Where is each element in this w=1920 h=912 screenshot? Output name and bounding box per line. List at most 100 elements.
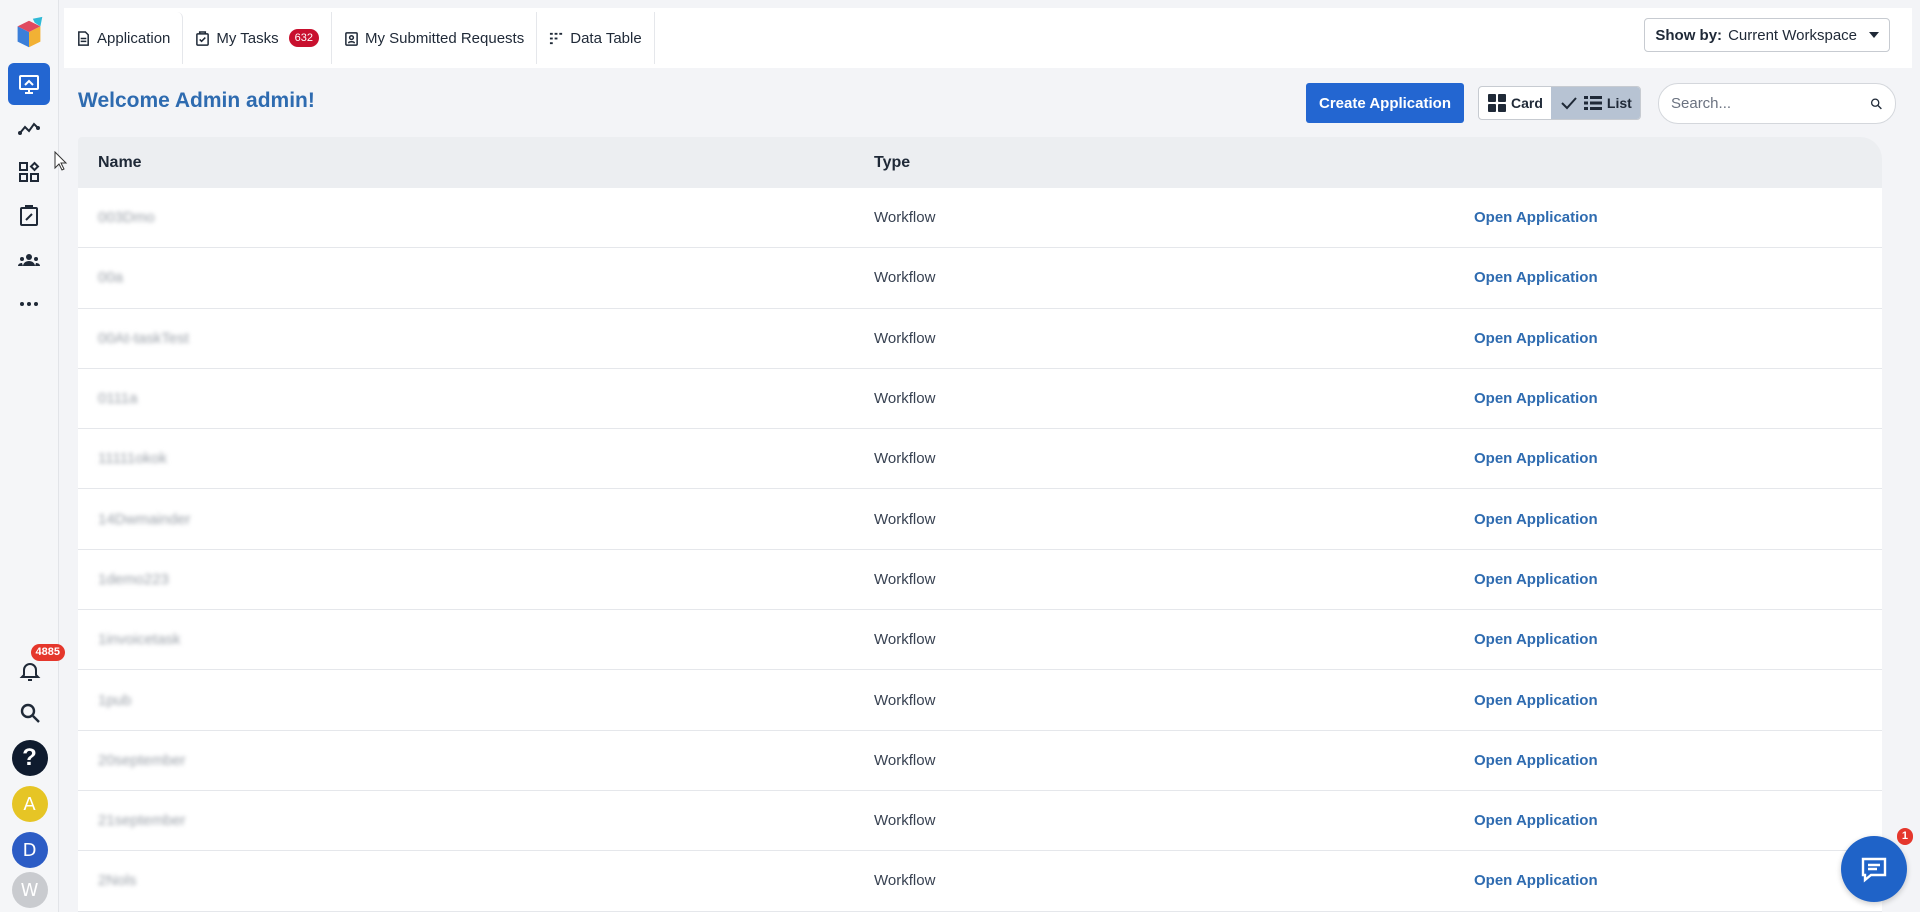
row-name: 1invoicetask — [98, 631, 181, 649]
table-row[interactable]: 00a Workflow Open Application — [78, 248, 1882, 309]
table-row[interactable]: 14Dwmainder Workflow Open Application — [78, 489, 1882, 550]
row-type: Workflow — [874, 631, 936, 649]
row-type: Workflow — [874, 269, 936, 287]
row-name: 21september — [98, 812, 186, 830]
sidebar-item-users[interactable] — [8, 239, 50, 281]
search-icon — [20, 703, 40, 723]
row-name: 00a — [98, 269, 124, 287]
trend-icon — [18, 122, 40, 135]
row-type: Workflow — [874, 329, 936, 347]
row-type: Workflow — [874, 209, 936, 227]
avatar-d[interactable]: D — [11, 832, 48, 868]
row-type: Workflow — [874, 751, 936, 769]
tab-label: Application — [97, 29, 171, 47]
table-row[interactable]: 00At-taskTest Workflow Open Application — [78, 308, 1882, 369]
row-type: Workflow — [874, 510, 936, 528]
open-application-link[interactable]: Open Application — [1474, 752, 1598, 769]
table-icon — [550, 32, 563, 44]
table-row[interactable]: 2Nols Workflow Open Application — [78, 851, 1882, 912]
help-button[interactable]: ? — [11, 740, 48, 776]
tab-my-submitted-requests[interactable]: My Submitted Requests — [332, 12, 538, 64]
notifications-button[interactable]: 4885 — [9, 644, 65, 692]
view-toggle: Card List — [1478, 86, 1641, 120]
open-application-link[interactable]: Open Application — [1474, 631, 1598, 648]
show-by-dropdown[interactable]: Show by: Current Workspace — [1644, 18, 1890, 52]
mouse-cursor-icon — [54, 151, 68, 171]
list-view-label: List — [1606, 95, 1632, 111]
sidebar-item-applications[interactable] — [8, 63, 50, 105]
column-header-name[interactable]: Name — [78, 154, 874, 172]
table-row[interactable]: 0111a Workflow Open Application — [78, 368, 1882, 430]
applications-table: Name Type 003Dmo Workflow Open Application… — [78, 137, 1882, 912]
open-application-link[interactable]: Open Application — [1474, 330, 1598, 347]
request-icon — [345, 31, 358, 46]
table-row[interactable]: 003Dmo Workflow Open Application — [78, 188, 1882, 249]
show-by-value: Current Workspace — [1728, 26, 1857, 44]
notification-count-badge: 4885 — [30, 644, 65, 661]
sidebar-item-analytics[interactable] — [8, 107, 50, 149]
row-name: 003Dmo — [98, 209, 155, 227]
open-application-link[interactable]: Open Application — [1474, 511, 1598, 528]
open-application-link[interactable]: Open Application — [1474, 390, 1598, 407]
search-input[interactable] — [1671, 95, 1870, 112]
avatar-w[interactable]: W — [11, 872, 48, 908]
row-name: 20september — [98, 751, 186, 769]
row-type: Workflow — [874, 570, 936, 588]
create-application-button[interactable]: Create Application — [1306, 83, 1464, 123]
open-application-link[interactable]: Open Application — [1474, 450, 1598, 467]
tab-data-table[interactable]: Data Table — [537, 12, 655, 64]
caret-down-icon — [1869, 32, 1879, 38]
more-icon — [20, 302, 38, 306]
avatar-a[interactable]: A — [11, 786, 48, 822]
bell-icon — [19, 663, 40, 681]
table-row[interactable]: 1demo223 Workflow Open Application — [78, 549, 1882, 611]
sidebar: 4885 ? A D W — [0, 0, 65, 912]
search-box — [1658, 83, 1896, 124]
open-application-link[interactable]: Open Application — [1474, 209, 1598, 226]
row-name: 1demo223 — [98, 570, 169, 588]
list-icon — [1583, 96, 1602, 110]
table-body: 003Dmo Workflow Open Application 00a Workflo… — [78, 188, 1882, 912]
table-row[interactable]: 21september Workflow Open Application — [78, 790, 1882, 852]
table-row[interactable]: 1invoicetask Workflow Open Application — [78, 610, 1882, 671]
tab-label: My Submitted Requests — [364, 29, 525, 47]
top-tab-bar: Application My Tasks 632 My Submitted Re… — [64, 8, 1912, 68]
sidebar-item-widgets[interactable] — [8, 151, 50, 193]
list-view-button[interactable]: List — [1550, 87, 1640, 119]
table-row[interactable]: 11111okok Workflow Open Application — [78, 429, 1882, 490]
card-view-button[interactable]: Card — [1479, 87, 1551, 119]
check-icon — [1561, 97, 1577, 110]
open-application-link[interactable]: Open Application — [1474, 692, 1598, 709]
open-application-link[interactable]: Open Application — [1474, 812, 1598, 829]
row-name: 14Dwmainder — [98, 510, 191, 528]
tab-application[interactable]: Application — [64, 12, 184, 64]
table-row[interactable]: 1pub Workflow Open Application — [78, 670, 1882, 731]
row-type: Workflow — [874, 812, 936, 830]
row-name: 1pub — [98, 691, 132, 709]
document-icon — [78, 30, 89, 46]
tab-label: My Tasks — [216, 29, 279, 47]
global-search-button[interactable] — [9, 692, 51, 734]
open-application-link[interactable]: Open Application — [1474, 571, 1598, 588]
chat-icon — [1861, 857, 1887, 883]
open-application-link[interactable]: Open Application — [1474, 872, 1598, 889]
grid-icon — [1488, 94, 1506, 112]
monitor-icon — [19, 75, 39, 94]
tab-my-tasks[interactable]: My Tasks 632 — [183, 12, 332, 64]
chat-button[interactable]: 1 — [1841, 828, 1913, 902]
row-name: 11111okok — [98, 450, 167, 468]
open-application-link[interactable]: Open Application — [1474, 269, 1598, 286]
tasks-count-badge: 632 — [288, 29, 319, 47]
row-type: Workflow — [874, 691, 936, 709]
clipboard-icon — [196, 30, 210, 46]
row-type: Workflow — [874, 872, 936, 890]
search-icon[interactable] — [1870, 94, 1883, 114]
column-header-type[interactable]: Type — [874, 154, 1474, 172]
show-by-label: Show by: — [1655, 26, 1723, 44]
sidebar-item-more[interactable] — [8, 283, 50, 325]
sidebar-item-tasks[interactable] — [8, 195, 50, 237]
app-logo[interactable] — [10, 15, 48, 53]
table-row[interactable]: 20september Workflow Open Application — [78, 730, 1882, 791]
row-name: 2Nols — [98, 872, 137, 890]
welcome-title: Welcome Admin admin! — [78, 89, 315, 112]
